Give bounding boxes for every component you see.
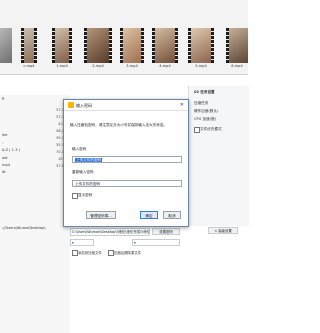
ok-button[interactable]: 确定 bbox=[140, 211, 158, 219]
set-password-button[interactable]: 设置密码 bbox=[152, 228, 180, 235]
confirm-password-input[interactable]: 上传文件的密码 bbox=[72, 180, 182, 187]
thumbnail-label: 5.mp4 bbox=[195, 64, 207, 68]
manage-passwords-button[interactable]: 管理密码薄... bbox=[86, 211, 116, 219]
close-icon[interactable]: ✕ bbox=[180, 102, 184, 108]
video-thumbnail[interactable] bbox=[21, 28, 37, 63]
output-settings: C:\Users\Wuman\Desktop\5绝伦\绝伦完成\5绝伦 设置密码… bbox=[70, 226, 248, 333]
checkbox-label: 添加到压缩文件 bbox=[78, 251, 102, 255]
video-thumbnail[interactable] bbox=[188, 28, 214, 63]
thumbnail-label: 3.mp4 bbox=[126, 64, 138, 68]
left-panel-text: ast bbox=[2, 156, 8, 160]
setting-item[interactable]: 压缩任务 bbox=[194, 101, 208, 106]
show-password-label: 显示密码 bbox=[78, 193, 93, 197]
dialog-titlebar: 输入密码 ✕ bbox=[64, 100, 188, 111]
setting-item: 文件优先模式 bbox=[200, 127, 222, 131]
checkbox-label: 压缩后删除原文件 bbox=[114, 251, 142, 255]
cancel-button[interactable]: 取消 bbox=[163, 211, 181, 219]
video-thumbnail[interactable] bbox=[226, 28, 248, 63]
lock-icon bbox=[68, 102, 74, 108]
setting-item[interactable]: CPU 加速(慢) bbox=[194, 117, 216, 122]
left-panel-text: R bbox=[2, 97, 5, 101]
thumbnail-label: 4.mp4 bbox=[159, 64, 171, 68]
output-path-input[interactable]: C:\Users\Wuman\Desktop\5绝伦\绝伦完成\5绝伦 bbox=[70, 228, 150, 236]
confirm-password-label: 重新输入密码 bbox=[72, 170, 94, 174]
left-panel-text: dt bbox=[2, 170, 6, 174]
left-panel-text: mp4 bbox=[2, 163, 11, 167]
setting-item[interactable]: 硬件加速(默认) bbox=[194, 109, 218, 114]
format-select[interactable]: ▾ bbox=[70, 239, 94, 246]
video-thumbnail[interactable] bbox=[152, 28, 178, 63]
left-panel-path: ://Users\Wuma\Desktop\ bbox=[2, 226, 46, 230]
dialog-info: 输入压缩包密码，请注意区分大小写并保持输入法大写状态。 bbox=[70, 123, 168, 127]
password-dialog: 输入密码 ✕ 输入压缩包密码，请注意区分大小写并保持输入法大写状态。 输入密码 … bbox=[63, 99, 189, 227]
video-thumbnail[interactable] bbox=[84, 28, 112, 63]
left-panel-text: A-Z | 1-3 ) bbox=[2, 148, 21, 152]
left-panel-text: : bbox=[2, 141, 4, 145]
task-settings-panel: 02 任务设置 压缩任务 硬件加速(默认) CPU 加速(慢) 文件优先模式 bbox=[188, 86, 249, 226]
left-panel-text: lee bbox=[2, 133, 8, 137]
thumbnail-label: 6.mp4 bbox=[231, 64, 243, 68]
thumbnail-strip: c.mp4 1.mp4 2.mp4 3.mp4 4.mp4 5.mp4 6.mp… bbox=[0, 0, 248, 75]
option-select[interactable]: ▾ bbox=[132, 239, 180, 246]
video-thumbnail[interactable] bbox=[0, 28, 12, 63]
thumbnail-label: 2.mp4 bbox=[92, 64, 104, 68]
dialog-title: 输入密码 bbox=[76, 103, 92, 108]
password-label: 输入密码 bbox=[72, 147, 87, 151]
password-input[interactable]: 上传文件的密码 bbox=[72, 156, 182, 163]
thumbnail-label: 1.mp4 bbox=[56, 64, 68, 68]
thumbnail-label: c.mp4 bbox=[23, 64, 35, 68]
advanced-settings-button[interactable]: < 高级设置 bbox=[208, 227, 238, 234]
video-thumbnail[interactable] bbox=[120, 28, 144, 63]
panel-title: 02 任务设置 bbox=[194, 90, 215, 94]
video-thumbnail[interactable] bbox=[52, 28, 72, 63]
